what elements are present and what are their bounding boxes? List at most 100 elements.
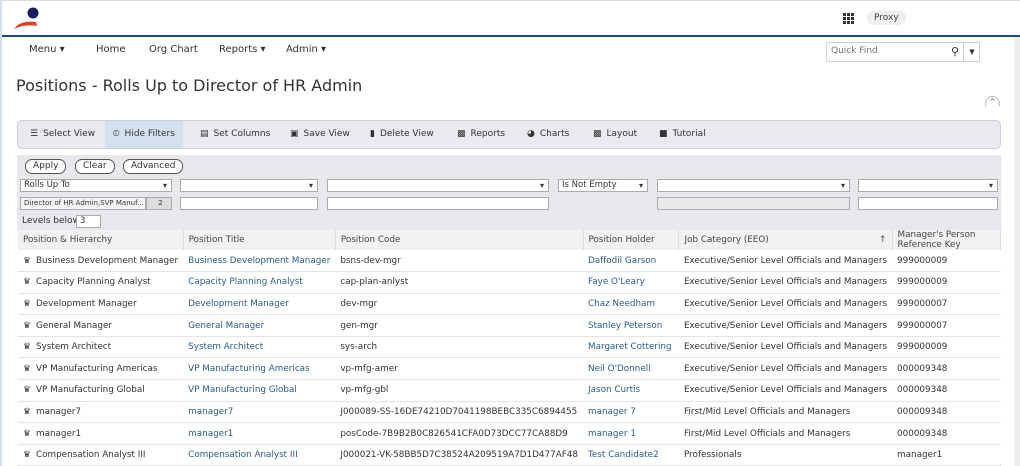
- table-row[interactable]: ♛ Compensation Analyst III Compensation An…: [18, 444, 1001, 466]
- table-cell: ♛ Development Manager: [18, 293, 184, 316]
- quick-find-input[interactable]: [831, 46, 941, 56]
- nav-menu[interactable]: Menu ▾: [29, 44, 65, 55]
- cell-text: Executive/Senior Level Officials and Man…: [683, 277, 888, 288]
- filter-value-manager-key[interactable]: [858, 197, 998, 210]
- grid-icon[interactable]: [843, 13, 854, 24]
- save-view-button[interactable]: ▣ Save View: [282, 121, 358, 148]
- position-chair-icon: ♛: [23, 450, 31, 461]
- position-title-link[interactable]: Business Development Manager: [188, 256, 330, 266]
- filter-off-icon: ⦶: [113, 129, 120, 139]
- delete-view-button[interactable]: ▮ Delete View: [362, 121, 442, 148]
- collapse-button[interactable]: ^: [985, 96, 1000, 106]
- table-cell: Executive/Senior Level Officials and Man…: [678, 250, 893, 273]
- filter-value-job-category[interactable]: [657, 197, 850, 210]
- table-row[interactable]: ♛ VP Manufacturing Americas VP Manufacturi…: [18, 357, 1001, 381]
- cell-text: 000009348: [897, 385, 948, 396]
- reports-button[interactable]: ▩ Reports: [449, 121, 513, 148]
- position-title-link[interactable]: VP Manufacturing Americas: [188, 364, 310, 374]
- table-row[interactable]: ♛ manager7 manager7 J000089-SS-16DE74210D70…: [18, 401, 1001, 424]
- table-cell: Executive/Senior Level Officials and Man…: [678, 336, 893, 359]
- filter-operator-title[interactable]: [180, 179, 318, 192]
- position-title-link[interactable]: General Manager: [188, 321, 264, 331]
- clear-button[interactable]: Clear: [75, 159, 115, 174]
- table-cell: ♛ General Manager: [18, 314, 184, 337]
- apply-button[interactable]: Apply: [25, 159, 67, 174]
- filter-operator-job-category[interactable]: [657, 179, 850, 192]
- filter-value-title[interactable]: [180, 197, 318, 210]
- layout-button[interactable]: ▩ Layout: [585, 121, 645, 148]
- position-title-link[interactable]: Compensation Analyst III: [188, 450, 298, 460]
- position-holder-link[interactable]: Neil O'Donnell: [588, 364, 651, 374]
- position-holder-link[interactable]: Faye O'Leary: [588, 277, 645, 287]
- hide-filters-button[interactable]: ⦶ Hide Filters: [105, 121, 183, 148]
- filter-operator-position[interactable]: Rolls Up To: [20, 179, 172, 192]
- column-header[interactable]: Position Holder: [583, 230, 680, 250]
- column-header[interactable]: Manager's Person Reference Key: [892, 230, 1002, 250]
- table-cell: 999000009: [892, 336, 1001, 359]
- cell-text: System Architect: [36, 342, 112, 353]
- position-holder-link[interactable]: Chaz Needham: [588, 299, 655, 309]
- table-row[interactable]: ♛ System Architect System Architect sys-arc…: [18, 336, 1001, 359]
- column-header[interactable]: Position Title: [183, 230, 336, 250]
- filter-operator-manager-key[interactable]: [858, 179, 998, 192]
- table-cell: gen-mgr: [335, 314, 583, 337]
- cell-text: First/Mid Level Officials and Managers: [683, 406, 851, 417]
- scrollbar[interactable]: [1014, 37, 1020, 466]
- filter-value-position[interactable]: Director of HR Admin,SVP Manuf...: [20, 197, 146, 210]
- charts-button[interactable]: ◕ Charts: [519, 121, 577, 148]
- column-header[interactable]: Position Code: [335, 230, 584, 250]
- position-holder-link[interactable]: manager 7: [588, 407, 636, 417]
- position-holder-link[interactable]: Test Candidate2: [588, 450, 659, 460]
- table-row[interactable]: ♛ VP Manufacturing Global VP Manufacturing…: [18, 379, 1001, 402]
- position-holder-link[interactable]: Daffodil Garson: [588, 256, 656, 266]
- cell-text: 000009348: [897, 406, 948, 417]
- table-cell: 000009348: [892, 379, 1001, 402]
- position-holder-link[interactable]: manager 1: [588, 429, 636, 439]
- levels-below-input[interactable]: 3: [76, 215, 101, 228]
- table-cell: Stanley Peterson: [583, 314, 679, 337]
- position-holder-link[interactable]: Margaret Cottering: [588, 342, 672, 352]
- tutorial-button[interactable]: ■ Tutorial: [651, 121, 714, 148]
- nav-reports[interactable]: Reports ▾: [219, 44, 266, 55]
- filter-operator-holder[interactable]: Is Not Empty: [558, 179, 648, 192]
- advanced-button[interactable]: Advanced: [123, 159, 184, 174]
- select-view-button[interactable]: ☰ Select View: [22, 121, 103, 148]
- position-title-link[interactable]: manager7: [188, 407, 233, 417]
- table-row[interactable]: ♛ General Manager General Manager gen-mgr St…: [18, 314, 1001, 337]
- position-title-link[interactable]: VP Manufacturing Global: [188, 385, 297, 395]
- table-cell: 999000009: [892, 271, 1001, 294]
- table-cell: vp-mfg-gbl: [335, 379, 583, 402]
- nav-admin[interactable]: Admin ▾: [286, 44, 326, 55]
- set-columns-button[interactable]: ▤ Set Columns: [192, 121, 278, 148]
- position-chair-icon: ♛: [23, 363, 31, 374]
- column-header[interactable]: Job Category (EEO) ↑: [678, 230, 893, 250]
- position-title-link[interactable]: Development Manager: [188, 299, 289, 309]
- position-holder-link[interactable]: Stanley Peterson: [588, 321, 662, 331]
- table-row[interactable]: ♛ Development Manager Development Manager d…: [18, 293, 1001, 316]
- cell-text: cap-plan-anlyst: [340, 277, 409, 288]
- position-holder-link[interactable]: Jason Curtis: [588, 385, 640, 395]
- list-icon: ☰: [30, 129, 39, 139]
- table-row[interactable]: ♛ manager1 manager1 posCode-7B9B2B0C826541C…: [18, 422, 1001, 445]
- position-title-link[interactable]: manager1: [188, 429, 233, 439]
- cell-text: 999000009: [897, 277, 948, 288]
- proxy-button[interactable]: Proxy: [867, 11, 906, 25]
- filter-value-code[interactable]: [327, 197, 549, 210]
- position-title-link[interactable]: System Architect: [188, 342, 263, 352]
- table-cell: Neil O'Donnell: [583, 357, 679, 381]
- column-header[interactable]: Position & Hierarchy: [18, 230, 184, 250]
- sort-ascending-icon[interactable]: ↑: [879, 235, 886, 245]
- position-title-link[interactable]: Capacity Planning Analyst: [188, 277, 303, 287]
- chevron-down-icon[interactable]: ▼: [963, 43, 980, 61]
- table-row[interactable]: ♛ Capacity Planning Analyst Capacity Plann…: [18, 271, 1001, 294]
- search-icon[interactable]: ⚲: [951, 45, 959, 58]
- nav-home[interactable]: Home: [96, 44, 126, 55]
- position-chair-icon: ♛: [23, 406, 31, 417]
- cell-text: 999000009: [897, 342, 948, 353]
- filter-operator-code[interactable]: [327, 179, 549, 192]
- table-cell: ♛ Compensation Analyst III: [18, 444, 184, 466]
- table-row[interactable]: ♛ Business Development Manager Business De…: [18, 250, 1001, 273]
- table-cell: VP Manufacturing Americas: [183, 357, 336, 381]
- table-cell: VP Manufacturing Global: [183, 379, 336, 402]
- nav-org-chart[interactable]: Org Chart: [149, 44, 198, 55]
